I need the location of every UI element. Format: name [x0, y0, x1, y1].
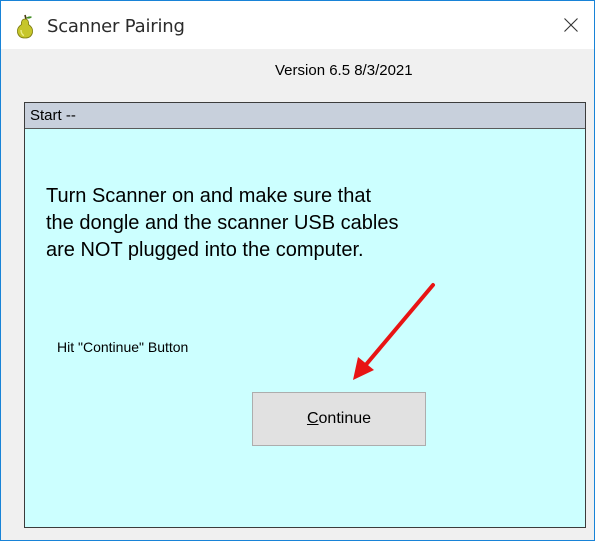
pear-icon	[15, 13, 35, 39]
continue-mnemonic: C	[306, 410, 319, 427]
title-bar[interactable]: Scanner Pairing	[1, 1, 594, 49]
panel-header: Start --	[25, 103, 585, 129]
scanner-pairing-window: Scanner Pairing Version 6.5 8/3/2021 Sta…	[0, 0, 595, 541]
close-icon	[564, 18, 578, 32]
close-button[interactable]	[548, 1, 594, 49]
continue-button[interactable]: Continue	[252, 392, 426, 446]
version-label: Version 6.5 8/3/2021	[275, 62, 413, 79]
instructions-text: Turn Scanner on and make sure that the d…	[46, 183, 526, 264]
panel-header-label: Start --	[30, 107, 76, 124]
continue-label-rest: ontinue	[318, 410, 372, 427]
instruction-line: Turn Scanner on and make sure that	[46, 185, 371, 207]
start-panel: Start -- Turn Scanner on and make sure t…	[24, 102, 586, 528]
instruction-line: are NOT plugged into the computer.	[46, 239, 364, 261]
window-title: Scanner Pairing	[47, 16, 185, 37]
instruction-line: the dongle and the scanner USB cables	[46, 212, 399, 234]
hint-label: Hit "Continue" Button	[57, 339, 189, 355]
